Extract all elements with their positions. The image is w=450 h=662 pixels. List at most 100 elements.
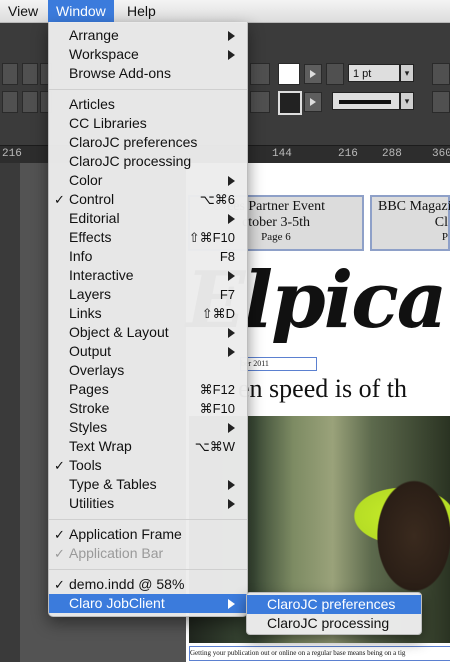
menu-separator — [49, 519, 247, 520]
menu-item-editorial[interactable]: Editorial — [49, 209, 247, 228]
frame-icon[interactable] — [432, 63, 450, 85]
menu-item-output[interactable]: Output — [49, 342, 247, 361]
menu-item-workspace[interactable]: Workspace — [49, 45, 247, 64]
rotate-icon — [2, 91, 18, 113]
menu-item-styles[interactable]: Styles — [49, 418, 247, 437]
menu-item-label: Output — [69, 343, 112, 359]
menu-item-label: Application Frame — [69, 526, 182, 542]
menu-item-links[interactable]: Links ⇧⌘D — [49, 304, 247, 323]
menu-item-label: Control — [69, 191, 115, 207]
dateline[interactable]: ber 2011 — [240, 357, 317, 371]
ruler-tick: 216 — [338, 148, 358, 160]
submenu-arrow-icon — [228, 599, 235, 609]
checker-icon[interactable] — [432, 91, 450, 113]
promo-line: P — [441, 231, 448, 243]
submenu-arrow-icon — [228, 499, 235, 509]
menu-separator — [49, 569, 247, 570]
submenu-arrow-icon — [228, 328, 235, 338]
menu-item-label: CC Libraries — [69, 115, 147, 131]
window-menu: Arrange Workspace Browse Add-ons Article… — [48, 22, 248, 617]
stroke-color-swatch-icon[interactable] — [278, 91, 302, 115]
menu-item-stroke[interactable]: Stroke ⌘F10 — [49, 399, 247, 418]
distribute-icon[interactable] — [250, 91, 270, 113]
chevron-down-icon[interactable]: ▾ — [400, 64, 414, 82]
menu-item-demo-indd[interactable]: ✓ demo.indd @ 58% — [49, 575, 247, 594]
menu-item-browse-add-ons[interactable]: Browse Add-ons — [49, 64, 247, 83]
checkmark-icon: ✓ — [54, 577, 65, 592]
promo-box-right[interactable]: BBC Magazi Cl P — [370, 195, 450, 251]
swatch-menu-button[interactable] — [304, 64, 322, 84]
promo-line: BBC Magazi — [378, 199, 450, 214]
menu-item-label: Pages — [69, 381, 109, 397]
menu-view[interactable]: View — [0, 0, 46, 22]
shortcut: ⌥⌘W — [194, 439, 235, 454]
menu-item-label: Arrange — [69, 27, 119, 43]
menu-item-label: Overlays — [69, 362, 125, 378]
vertical-ruler — [0, 163, 20, 662]
stroke-type-field[interactable] — [332, 92, 400, 110]
menu-item-application-bar: ✓ Application Bar — [49, 544, 247, 563]
menu-item-label: Text Wrap — [69, 438, 132, 454]
submenu-arrow-icon — [228, 480, 235, 490]
menu-item-layers[interactable]: Layers F7 — [49, 285, 247, 304]
menu-item-object-layout[interactable]: Object & Layout — [49, 323, 247, 342]
menu-item-clarojc-processing[interactable]: ClaroJC processing — [49, 152, 247, 171]
submenu-arrow-icon — [228, 50, 235, 60]
menu-item-articles[interactable]: Articles — [49, 95, 247, 114]
menu-item-label: ClaroJC processing — [69, 153, 192, 169]
menu-item-label: Styles — [69, 419, 108, 435]
menu-item-clarojc-preferences[interactable]: ClaroJC preferences — [49, 133, 247, 152]
shortcut: ⌘F12 — [199, 382, 235, 397]
menu-item-info[interactable]: Info F8 — [49, 247, 247, 266]
shortcut: F8 — [219, 249, 235, 264]
stepper[interactable] — [22, 91, 38, 113]
menu-item-interactive[interactable]: Interactive — [49, 266, 247, 285]
menu-item-text-wrap[interactable]: Text Wrap ⌥⌘W — [49, 437, 247, 456]
menu-item-color[interactable]: Color — [49, 171, 247, 190]
headline[interactable]: en speed is of th — [238, 373, 407, 405]
menu-item-claro-jobclient[interactable]: Claro JobClient — [49, 594, 247, 613]
menu-help[interactable]: Help — [119, 0, 164, 22]
menu-item-tools[interactable]: ✓ Tools — [49, 456, 247, 475]
menu-item-application-frame[interactable]: ✓ Application Frame — [49, 525, 247, 544]
menu-item-arrange[interactable]: Arrange — [49, 26, 247, 45]
submenu-arrow-icon — [228, 347, 235, 357]
menu-item-control[interactable]: ✓ Control ⌥⌘6 — [49, 190, 247, 209]
stroke-weight-field[interactable]: 1 pt — [348, 64, 400, 82]
menu-item-label: Tools — [69, 457, 102, 473]
stroke-none-swatch-icon[interactable] — [278, 63, 300, 85]
menu-item-type-tables[interactable]: Type & Tables — [49, 475, 247, 494]
shortcut: ⇧⌘D — [201, 306, 235, 321]
shortcut: ⌥⌘6 — [199, 192, 235, 207]
stepper[interactable] — [22, 63, 38, 85]
menu-item-label: Editorial — [69, 210, 120, 226]
submenu-item-label: ClaroJC processing — [267, 615, 390, 631]
menu-item-pages[interactable]: Pages ⌘F12 — [49, 380, 247, 399]
submenu-item-clarojc-processing[interactable]: ClaroJC processing — [247, 614, 421, 633]
menu-item-label: Utilities — [69, 495, 115, 511]
stroke-weight-stepper[interactable] — [326, 63, 344, 85]
menu-item-effects[interactable]: Effects ⇧⌘F10 — [49, 228, 247, 247]
caption[interactable]: Getting your publication out or online o… — [189, 646, 450, 661]
menu-item-label: ClaroJC preferences — [69, 134, 198, 150]
menu-item-label: Claro JobClient — [69, 595, 165, 611]
menu-window[interactable]: Window — [48, 0, 114, 22]
ruler-tick: 144 — [272, 148, 292, 160]
submenu-arrow-icon — [228, 271, 235, 281]
ruler-tick: 288 — [382, 148, 402, 160]
checkmark-icon: ✓ — [54, 527, 65, 542]
menu-item-label: Layers — [69, 286, 112, 302]
menu-item-label: Info — [69, 248, 93, 264]
chevron-down-icon[interactable]: ▾ — [400, 92, 414, 110]
align-icon[interactable] — [250, 63, 270, 85]
menu-item-overlays[interactable]: Overlays — [49, 361, 247, 380]
menu-item-label: Articles — [69, 96, 115, 112]
stroke-swatch-menu-button[interactable] — [304, 92, 322, 112]
menu-item-utilities[interactable]: Utilities — [49, 494, 247, 513]
menu-item-cc-libraries[interactable]: CC Libraries — [49, 114, 247, 133]
submenu-item-clarojc-preferences[interactable]: ClaroJC preferences — [247, 595, 421, 614]
checkmark-icon: ✓ — [54, 546, 65, 561]
shear-icon — [2, 63, 18, 85]
shortcut: ⌘F10 — [199, 401, 235, 416]
submenu-arrow-icon — [228, 423, 235, 433]
